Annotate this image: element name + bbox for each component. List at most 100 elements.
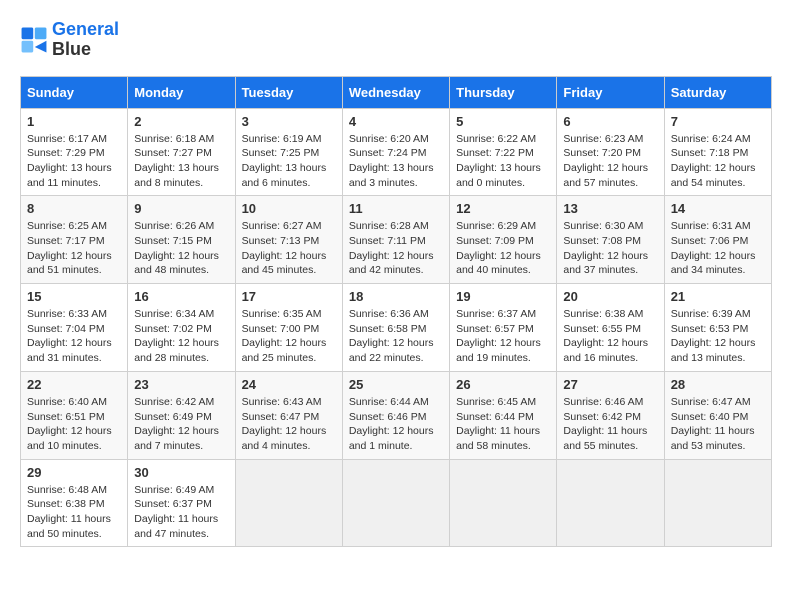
calendar-cell: 4 Sunrise: 6:20 AMSunset: 7:24 PMDaylight… (342, 108, 449, 196)
calendar-cell: 3 Sunrise: 6:19 AMSunset: 7:25 PMDaylight… (235, 108, 342, 196)
day-number: 3 (242, 114, 336, 129)
calendar-week-row: 8 Sunrise: 6:25 AMSunset: 7:17 PMDaylight… (21, 196, 772, 284)
day-number: 29 (27, 465, 121, 480)
day-number: 27 (563, 377, 657, 392)
calendar-cell: 5 Sunrise: 6:22 AMSunset: 7:22 PMDaylight… (450, 108, 557, 196)
cell-info: Sunrise: 6:19 AMSunset: 7:25 PMDaylight:… (242, 132, 336, 191)
calendar-cell (557, 459, 664, 547)
cell-info: Sunrise: 6:29 AMSunset: 7:09 PMDaylight:… (456, 219, 550, 278)
day-number: 6 (563, 114, 657, 129)
cell-info: Sunrise: 6:40 AMSunset: 6:51 PMDaylight:… (27, 395, 121, 454)
logo-icon (20, 26, 48, 54)
day-number: 16 (134, 289, 228, 304)
day-number: 13 (563, 201, 657, 216)
calendar-week-row: 29 Sunrise: 6:48 AMSunset: 6:38 PMDayligh… (21, 459, 772, 547)
logo: General Blue (20, 20, 119, 60)
cell-info: Sunrise: 6:39 AMSunset: 6:53 PMDaylight:… (671, 307, 765, 366)
day-of-week-header: Tuesday (235, 76, 342, 108)
calendar-cell: 14Sunrise: 6:31 AMSunset: 7:06 PMDayligh… (664, 196, 771, 284)
calendar-cell: 10 Sunrise: 6:27 AMSunset: 7:13 PMDayligh… (235, 196, 342, 284)
calendar-cell: 30 Sunrise: 6:49 AMSunset: 6:37 PMDayligh… (128, 459, 235, 547)
calendar-cell: 18Sunrise: 6:36 AMSunset: 6:58 PMDayligh… (342, 284, 449, 372)
cell-info: Sunrise: 6:22 AMSunset: 7:22 PMDaylight:… (456, 132, 550, 191)
cell-info: Sunrise: 6:28 AMSunset: 7:11 PMDaylight:… (349, 219, 443, 278)
calendar-cell (235, 459, 342, 547)
day-number: 22 (27, 377, 121, 392)
day-number: 7 (671, 114, 765, 129)
calendar-cell: 16 Sunrise: 6:34 AMSunset: 7:02 PMDayligh… (128, 284, 235, 372)
calendar-cell: 13 Sunrise: 6:30 AMSunset: 7:08 PMDayligh… (557, 196, 664, 284)
calendar-cell: 6Sunrise: 6:23 AMSunset: 7:20 PMDaylight… (557, 108, 664, 196)
day-number: 4 (349, 114, 443, 129)
calendar-cell: 29 Sunrise: 6:48 AMSunset: 6:38 PMDayligh… (21, 459, 128, 547)
calendar-cell: 8 Sunrise: 6:25 AMSunset: 7:17 PMDaylight… (21, 196, 128, 284)
day-number: 8 (27, 201, 121, 216)
day-number: 9 (134, 201, 228, 216)
day-number: 25 (349, 377, 443, 392)
day-of-week-header: Saturday (664, 76, 771, 108)
calendar-cell (664, 459, 771, 547)
calendar-cell: 19Sunrise: 6:37 AMSunset: 6:57 PMDayligh… (450, 284, 557, 372)
cell-info: Sunrise: 6:48 AMSunset: 6:38 PMDaylight:… (27, 483, 121, 542)
cell-info: Sunrise: 6:37 AMSunset: 6:57 PMDaylight:… (456, 307, 550, 366)
calendar-cell: 26 Sunrise: 6:45 AMSunset: 6:44 PMDayligh… (450, 371, 557, 459)
page-header: General Blue (20, 20, 772, 60)
cell-info: Sunrise: 6:42 AMSunset: 6:49 PMDaylight:… (134, 395, 228, 454)
calendar-table: SundayMondayTuesdayWednesdayThursdayFrid… (20, 76, 772, 548)
calendar-week-row: 22 Sunrise: 6:40 AMSunset: 6:51 PMDayligh… (21, 371, 772, 459)
day-number: 1 (27, 114, 121, 129)
cell-info: Sunrise: 6:31 AMSunset: 7:06 PMDaylight:… (671, 219, 765, 278)
calendar-cell: 15Sunrise: 6:33 AMSunset: 7:04 PMDayligh… (21, 284, 128, 372)
cell-info: Sunrise: 6:34 AMSunset: 7:02 PMDaylight:… (134, 307, 228, 366)
calendar-cell: 20 Sunrise: 6:38 AMSunset: 6:55 PMDayligh… (557, 284, 664, 372)
day-number: 21 (671, 289, 765, 304)
calendar-header-row: SundayMondayTuesdayWednesdayThursdayFrid… (21, 76, 772, 108)
day-of-week-header: Friday (557, 76, 664, 108)
day-number: 11 (349, 201, 443, 216)
cell-info: Sunrise: 6:38 AMSunset: 6:55 PMDaylight:… (563, 307, 657, 366)
day-number: 15 (27, 289, 121, 304)
cell-info: Sunrise: 6:30 AMSunset: 7:08 PMDaylight:… (563, 219, 657, 278)
cell-info: Sunrise: 6:45 AMSunset: 6:44 PMDaylight:… (456, 395, 550, 454)
day-of-week-header: Thursday (450, 76, 557, 108)
day-number: 12 (456, 201, 550, 216)
cell-info: Sunrise: 6:36 AMSunset: 6:58 PMDaylight:… (349, 307, 443, 366)
day-number: 17 (242, 289, 336, 304)
cell-info: Sunrise: 6:47 AMSunset: 6:40 PMDaylight:… (671, 395, 765, 454)
logo-text: General Blue (52, 20, 119, 60)
calendar-cell: 28Sunrise: 6:47 AMSunset: 6:40 PMDayligh… (664, 371, 771, 459)
cell-info: Sunrise: 6:24 AMSunset: 7:18 PMDaylight:… (671, 132, 765, 191)
calendar-cell: 22 Sunrise: 6:40 AMSunset: 6:51 PMDayligh… (21, 371, 128, 459)
calendar-week-row: 1Sunrise: 6:17 AMSunset: 7:29 PMDaylight… (21, 108, 772, 196)
calendar-cell: 24 Sunrise: 6:43 AMSunset: 6:47 PMDayligh… (235, 371, 342, 459)
calendar-cell: 12 Sunrise: 6:29 AMSunset: 7:09 PMDayligh… (450, 196, 557, 284)
day-number: 30 (134, 465, 228, 480)
cell-info: Sunrise: 6:27 AMSunset: 7:13 PMDaylight:… (242, 219, 336, 278)
calendar-cell: 25Sunrise: 6:44 AMSunset: 6:46 PMDayligh… (342, 371, 449, 459)
calendar-cell: 17Sunrise: 6:35 AMSunset: 7:00 PMDayligh… (235, 284, 342, 372)
cell-info: Sunrise: 6:25 AMSunset: 7:17 PMDaylight:… (27, 219, 121, 278)
calendar-cell: 2 Sunrise: 6:18 AMSunset: 7:27 PMDaylight… (128, 108, 235, 196)
day-number: 26 (456, 377, 550, 392)
calendar-cell: 21 Sunrise: 6:39 AMSunset: 6:53 PMDayligh… (664, 284, 771, 372)
cell-info: Sunrise: 6:43 AMSunset: 6:47 PMDaylight:… (242, 395, 336, 454)
day-number: 2 (134, 114, 228, 129)
calendar-cell: 1Sunrise: 6:17 AMSunset: 7:29 PMDaylight… (21, 108, 128, 196)
day-of-week-header: Monday (128, 76, 235, 108)
calendar-cell (450, 459, 557, 547)
cell-info: Sunrise: 6:20 AMSunset: 7:24 PMDaylight:… (349, 132, 443, 191)
calendar-cell: 7 Sunrise: 6:24 AMSunset: 7:18 PMDaylight… (664, 108, 771, 196)
day-of-week-header: Sunday (21, 76, 128, 108)
calendar-cell: 11 Sunrise: 6:28 AMSunset: 7:11 PMDayligh… (342, 196, 449, 284)
calendar-cell: 23 Sunrise: 6:42 AMSunset: 6:49 PMDayligh… (128, 371, 235, 459)
cell-info: Sunrise: 6:26 AMSunset: 7:15 PMDaylight:… (134, 219, 228, 278)
day-number: 10 (242, 201, 336, 216)
calendar-cell: 9 Sunrise: 6:26 AMSunset: 7:15 PMDaylight… (128, 196, 235, 284)
cell-info: Sunrise: 6:49 AMSunset: 6:37 PMDaylight:… (134, 483, 228, 542)
day-number: 5 (456, 114, 550, 129)
calendar-cell: 27Sunrise: 6:46 AMSunset: 6:42 PMDayligh… (557, 371, 664, 459)
day-number: 24 (242, 377, 336, 392)
day-number: 20 (563, 289, 657, 304)
cell-info: Sunrise: 6:18 AMSunset: 7:27 PMDaylight:… (134, 132, 228, 191)
day-number: 23 (134, 377, 228, 392)
